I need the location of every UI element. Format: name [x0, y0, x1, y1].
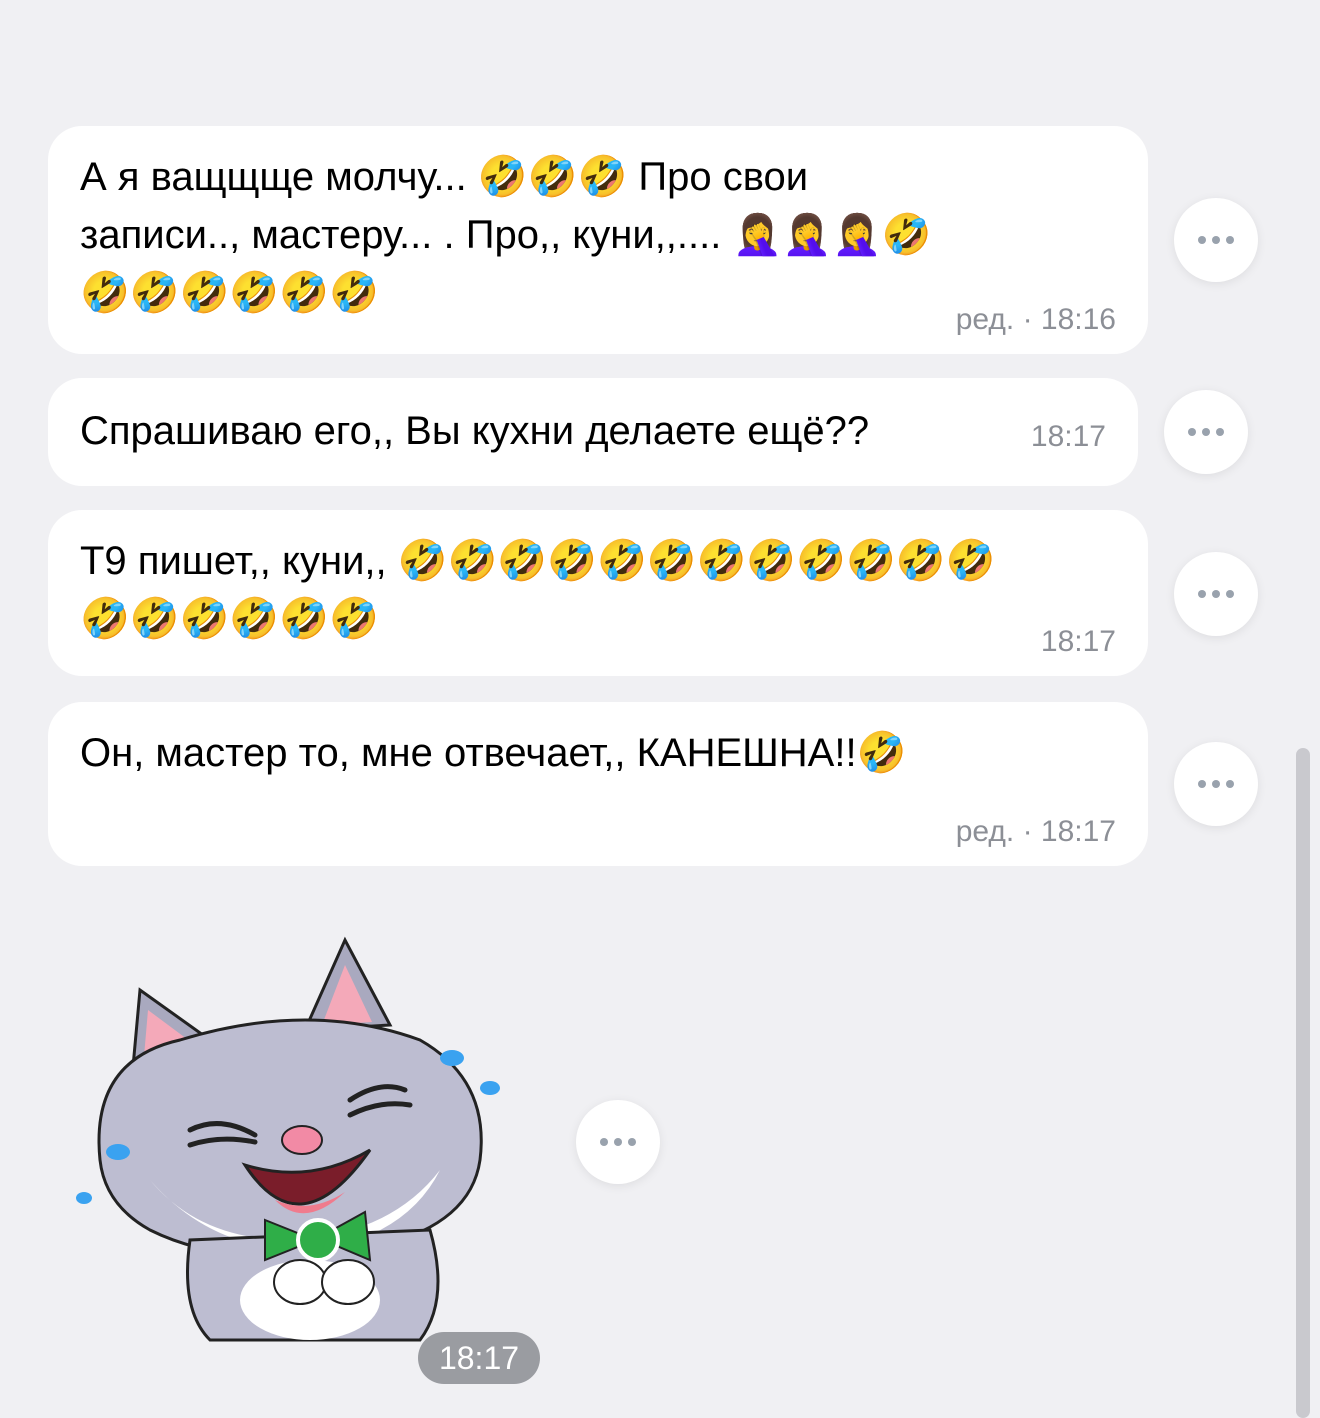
more-icon-dot — [628, 1138, 636, 1146]
message-more-button[interactable] — [1174, 198, 1258, 282]
message-meta: 18:17 — [1040, 625, 1116, 658]
more-icon — [1198, 236, 1206, 244]
more-icon-dot — [1212, 780, 1220, 788]
message-more-button[interactable] — [1164, 390, 1248, 474]
message-meta: 18:17 — [1030, 420, 1106, 453]
sticker-time-badge: 18:17 — [418, 1332, 540, 1384]
message-bubble[interactable]: А я ващщще молчу... 🤣🤣🤣 Про свои записи.… — [48, 126, 1148, 354]
message-text: 🤣🤣🤣🤣🤣🤣 — [80, 597, 379, 641]
more-icon-dot — [1202, 428, 1210, 436]
message-bubble[interactable]: Он, мастер то, мне отвечает,, КАНЕШНА!!🤣… — [48, 702, 1148, 866]
more-icon-dot — [614, 1138, 622, 1146]
more-icon-dot — [1216, 428, 1224, 436]
message-bubble[interactable]: Спрашиваю его,, Вы кухни делаете ещё?? 1… — [48, 378, 1138, 486]
message-text: Он, мастер то, мне отвечает,, КАНЕШНА!!🤣 — [80, 731, 907, 775]
sticker-more-button[interactable] — [576, 1100, 660, 1184]
more-icon-dot — [1226, 590, 1234, 598]
message-bubble[interactable]: Т9 пишет,, куни,, 🤣🤣🤣🤣🤣🤣🤣🤣🤣🤣🤣🤣 🤣🤣🤣🤣🤣🤣 18… — [48, 510, 1148, 676]
message-text: записи.., мастеру... . Про,, куни,,.... … — [80, 213, 932, 257]
more-icon — [600, 1138, 608, 1146]
message-more-button[interactable] — [1174, 742, 1258, 826]
message-meta: ред. · 18:16 — [955, 303, 1116, 336]
more-icon — [1188, 428, 1196, 436]
more-icon-dot — [1226, 780, 1234, 788]
laughing-cat-sticker-icon[interactable] — [60, 930, 530, 1350]
more-icon — [1198, 780, 1206, 788]
message-text: Т9 пишет,, куни,, 🤣🤣🤣🤣🤣🤣🤣🤣🤣🤣🤣🤣 — [80, 539, 996, 583]
message-more-button[interactable] — [1174, 552, 1258, 636]
more-icon — [1198, 590, 1206, 598]
message-text: А я ващщще молчу... 🤣🤣🤣 Про свои — [80, 155, 809, 199]
scrollbar[interactable] — [1296, 748, 1310, 1418]
more-icon-dot — [1212, 236, 1220, 244]
more-icon-dot — [1212, 590, 1220, 598]
message-text: Спрашиваю его,, Вы кухни делаете ещё?? — [80, 409, 870, 453]
more-icon-dot — [1226, 236, 1234, 244]
message-meta: ред. · 18:17 — [955, 815, 1116, 848]
